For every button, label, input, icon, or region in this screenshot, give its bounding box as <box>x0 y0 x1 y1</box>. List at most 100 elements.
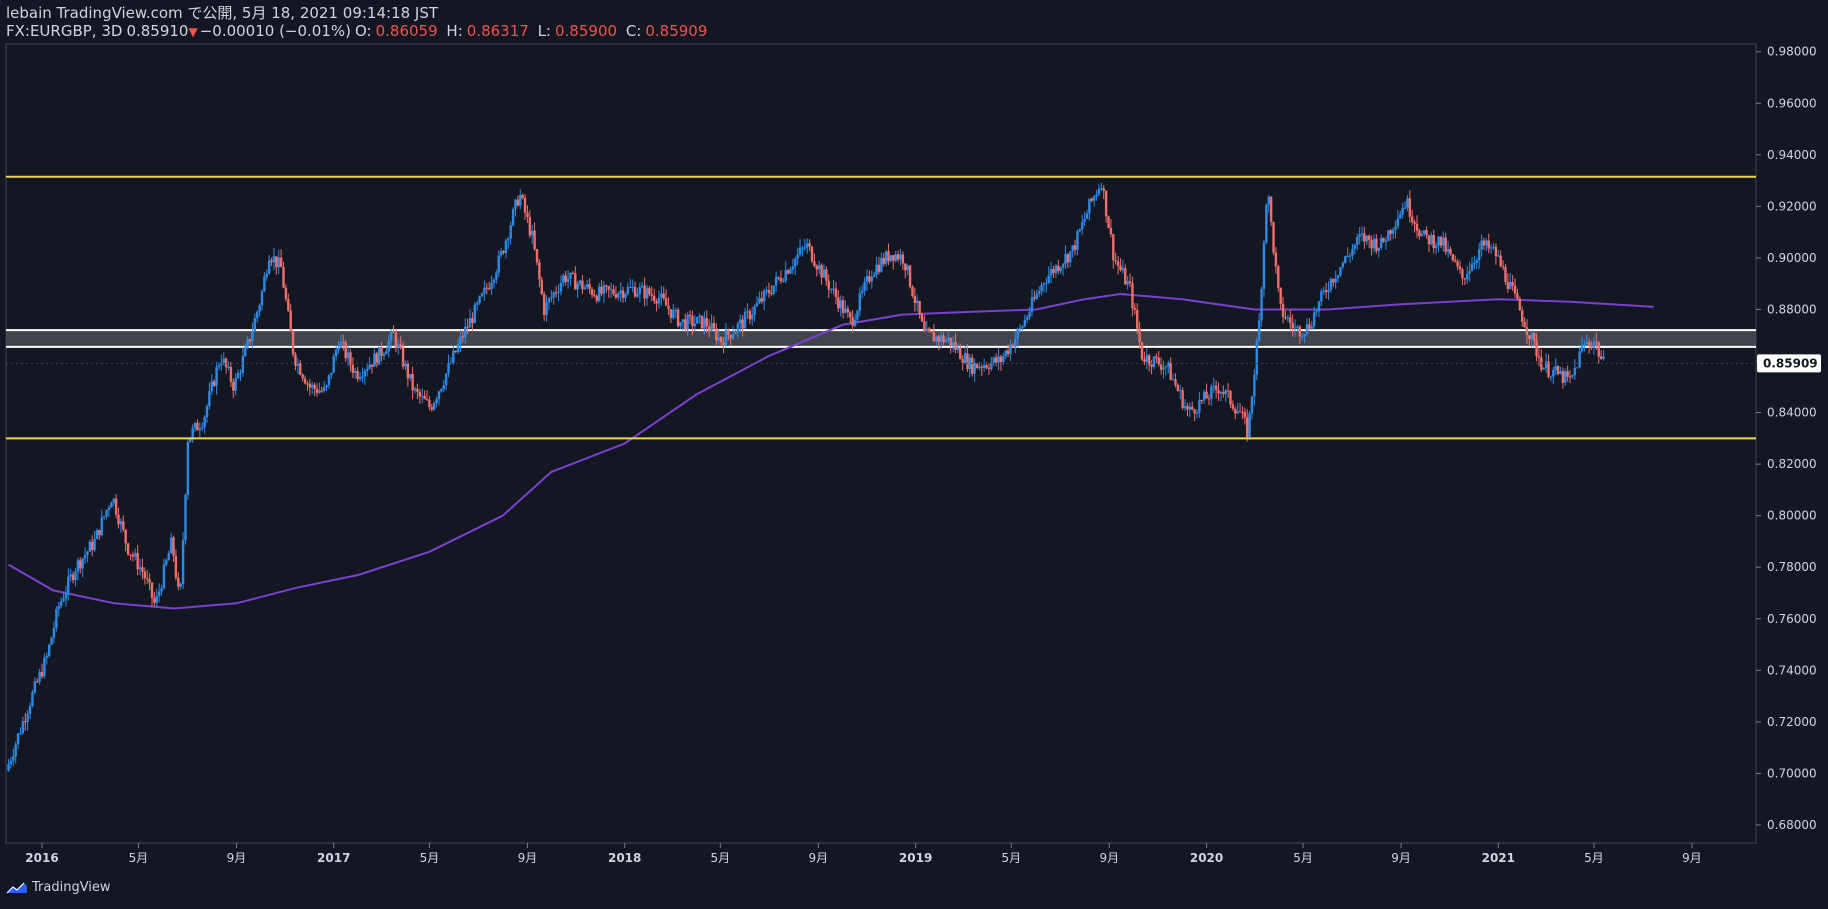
candle-body <box>425 399 429 401</box>
candle-down <box>71 571 75 584</box>
candle-down <box>224 357 228 374</box>
candle-body <box>1339 267 1342 276</box>
horizontal-levels[interactable] <box>6 175 1756 440</box>
candle-down <box>289 304 292 332</box>
candle-body <box>1284 316 1287 319</box>
consolidation-zone[interactable] <box>6 329 1756 348</box>
candle-body <box>1332 279 1335 283</box>
candle-body <box>1451 253 1455 261</box>
candle-up <box>69 568 72 582</box>
candle-body <box>1126 281 1129 285</box>
time-axis[interactable]: 2016 5月 9月 2017 5月 9月 2018 5月 9月 2019 5月 9月 2020 5月 9月… <box>25 843 1702 865</box>
y-tick-label: 0.76000 <box>1767 612 1817 626</box>
candle-up <box>566 270 570 289</box>
candle-body <box>1272 222 1275 253</box>
candle-down <box>370 364 374 374</box>
candle-body <box>1418 230 1421 237</box>
candle-body <box>729 334 732 339</box>
candle-body <box>908 265 912 287</box>
candle-body <box>882 258 885 264</box>
candle-body <box>172 537 175 557</box>
candle-up <box>215 361 218 395</box>
candle-body <box>600 286 603 294</box>
candle-up <box>452 346 455 366</box>
candle-up <box>899 248 902 266</box>
candle-body <box>1104 190 1108 217</box>
candle-up <box>550 290 553 303</box>
candle-down <box>308 378 312 396</box>
candle-body <box>1480 240 1483 250</box>
candle-up <box>1026 314 1029 323</box>
candle-body <box>982 365 986 368</box>
candle-body <box>452 351 455 363</box>
candle-body <box>251 331 254 342</box>
candle-body <box>978 366 981 369</box>
candle-body <box>12 756 15 761</box>
candle-body <box>629 287 632 289</box>
candle-body <box>26 714 29 723</box>
candle-down <box>528 210 532 238</box>
candle-up <box>531 224 534 245</box>
candle-body <box>531 230 534 236</box>
candle-down <box>1518 296 1522 311</box>
candle-body <box>380 347 383 356</box>
candle-body <box>1530 332 1533 340</box>
candle-body <box>186 442 190 496</box>
candle-body <box>473 304 477 323</box>
candle-down <box>605 284 608 293</box>
candle-body <box>626 287 630 294</box>
candle-up <box>1564 368 1567 386</box>
candle-down <box>177 572 180 591</box>
candle-up <box>519 189 522 210</box>
candle-down <box>212 379 216 388</box>
candle-up <box>1485 238 1488 251</box>
candle-down <box>554 286 558 298</box>
candle-body <box>607 286 610 290</box>
candle-up <box>875 256 878 279</box>
candle-down <box>1449 246 1452 256</box>
x-tick-label: 2019 <box>899 851 932 865</box>
candle-body <box>609 289 613 291</box>
candle-down <box>36 678 39 684</box>
candle-body <box>1119 265 1122 271</box>
candle-body <box>865 276 869 283</box>
candle-body <box>1212 385 1215 387</box>
candle-body <box>1109 227 1113 235</box>
candle-up <box>43 653 46 679</box>
candle-up <box>916 294 919 312</box>
candle-down <box>1140 342 1144 361</box>
candle-up <box>1095 190 1098 201</box>
candle-body <box>270 260 273 263</box>
candle-up <box>334 346 338 362</box>
candle-body <box>423 395 426 400</box>
candle-down <box>1193 408 1196 422</box>
candle-body <box>1298 326 1302 337</box>
candle-down <box>676 307 680 328</box>
candle-body <box>851 317 854 326</box>
candle-down <box>1169 357 1172 381</box>
candle-down <box>1418 228 1421 240</box>
candle-body <box>1193 409 1196 414</box>
candle-body <box>232 382 235 391</box>
candle-body <box>43 657 46 677</box>
candle-up <box>107 504 111 518</box>
candle-body <box>569 272 572 279</box>
chart-canvas[interactable]: 0.98000 0.96000 0.94000 0.92000 0.90000 0.880… <box>0 0 1828 909</box>
candle-body <box>896 254 900 260</box>
candle-body <box>1595 341 1598 343</box>
symbol-label[interactable]: FX:EURGBP, 3D <box>6 22 122 40</box>
candle-up <box>191 424 194 443</box>
footer-brand[interactable]: TradingView <box>6 880 111 895</box>
candle-up <box>1195 409 1199 419</box>
candle-body <box>1391 229 1395 234</box>
candle-up <box>509 221 512 245</box>
candle-up <box>1406 195 1409 212</box>
candle-up <box>978 362 981 371</box>
candle-body <box>1468 271 1471 274</box>
candle-body <box>1573 367 1577 375</box>
candle-up <box>1167 360 1170 374</box>
ohlc-close: C: 0.85909 <box>625 22 708 40</box>
candle-body <box>753 306 756 315</box>
candle-up <box>256 310 259 323</box>
candle-body <box>932 332 936 342</box>
